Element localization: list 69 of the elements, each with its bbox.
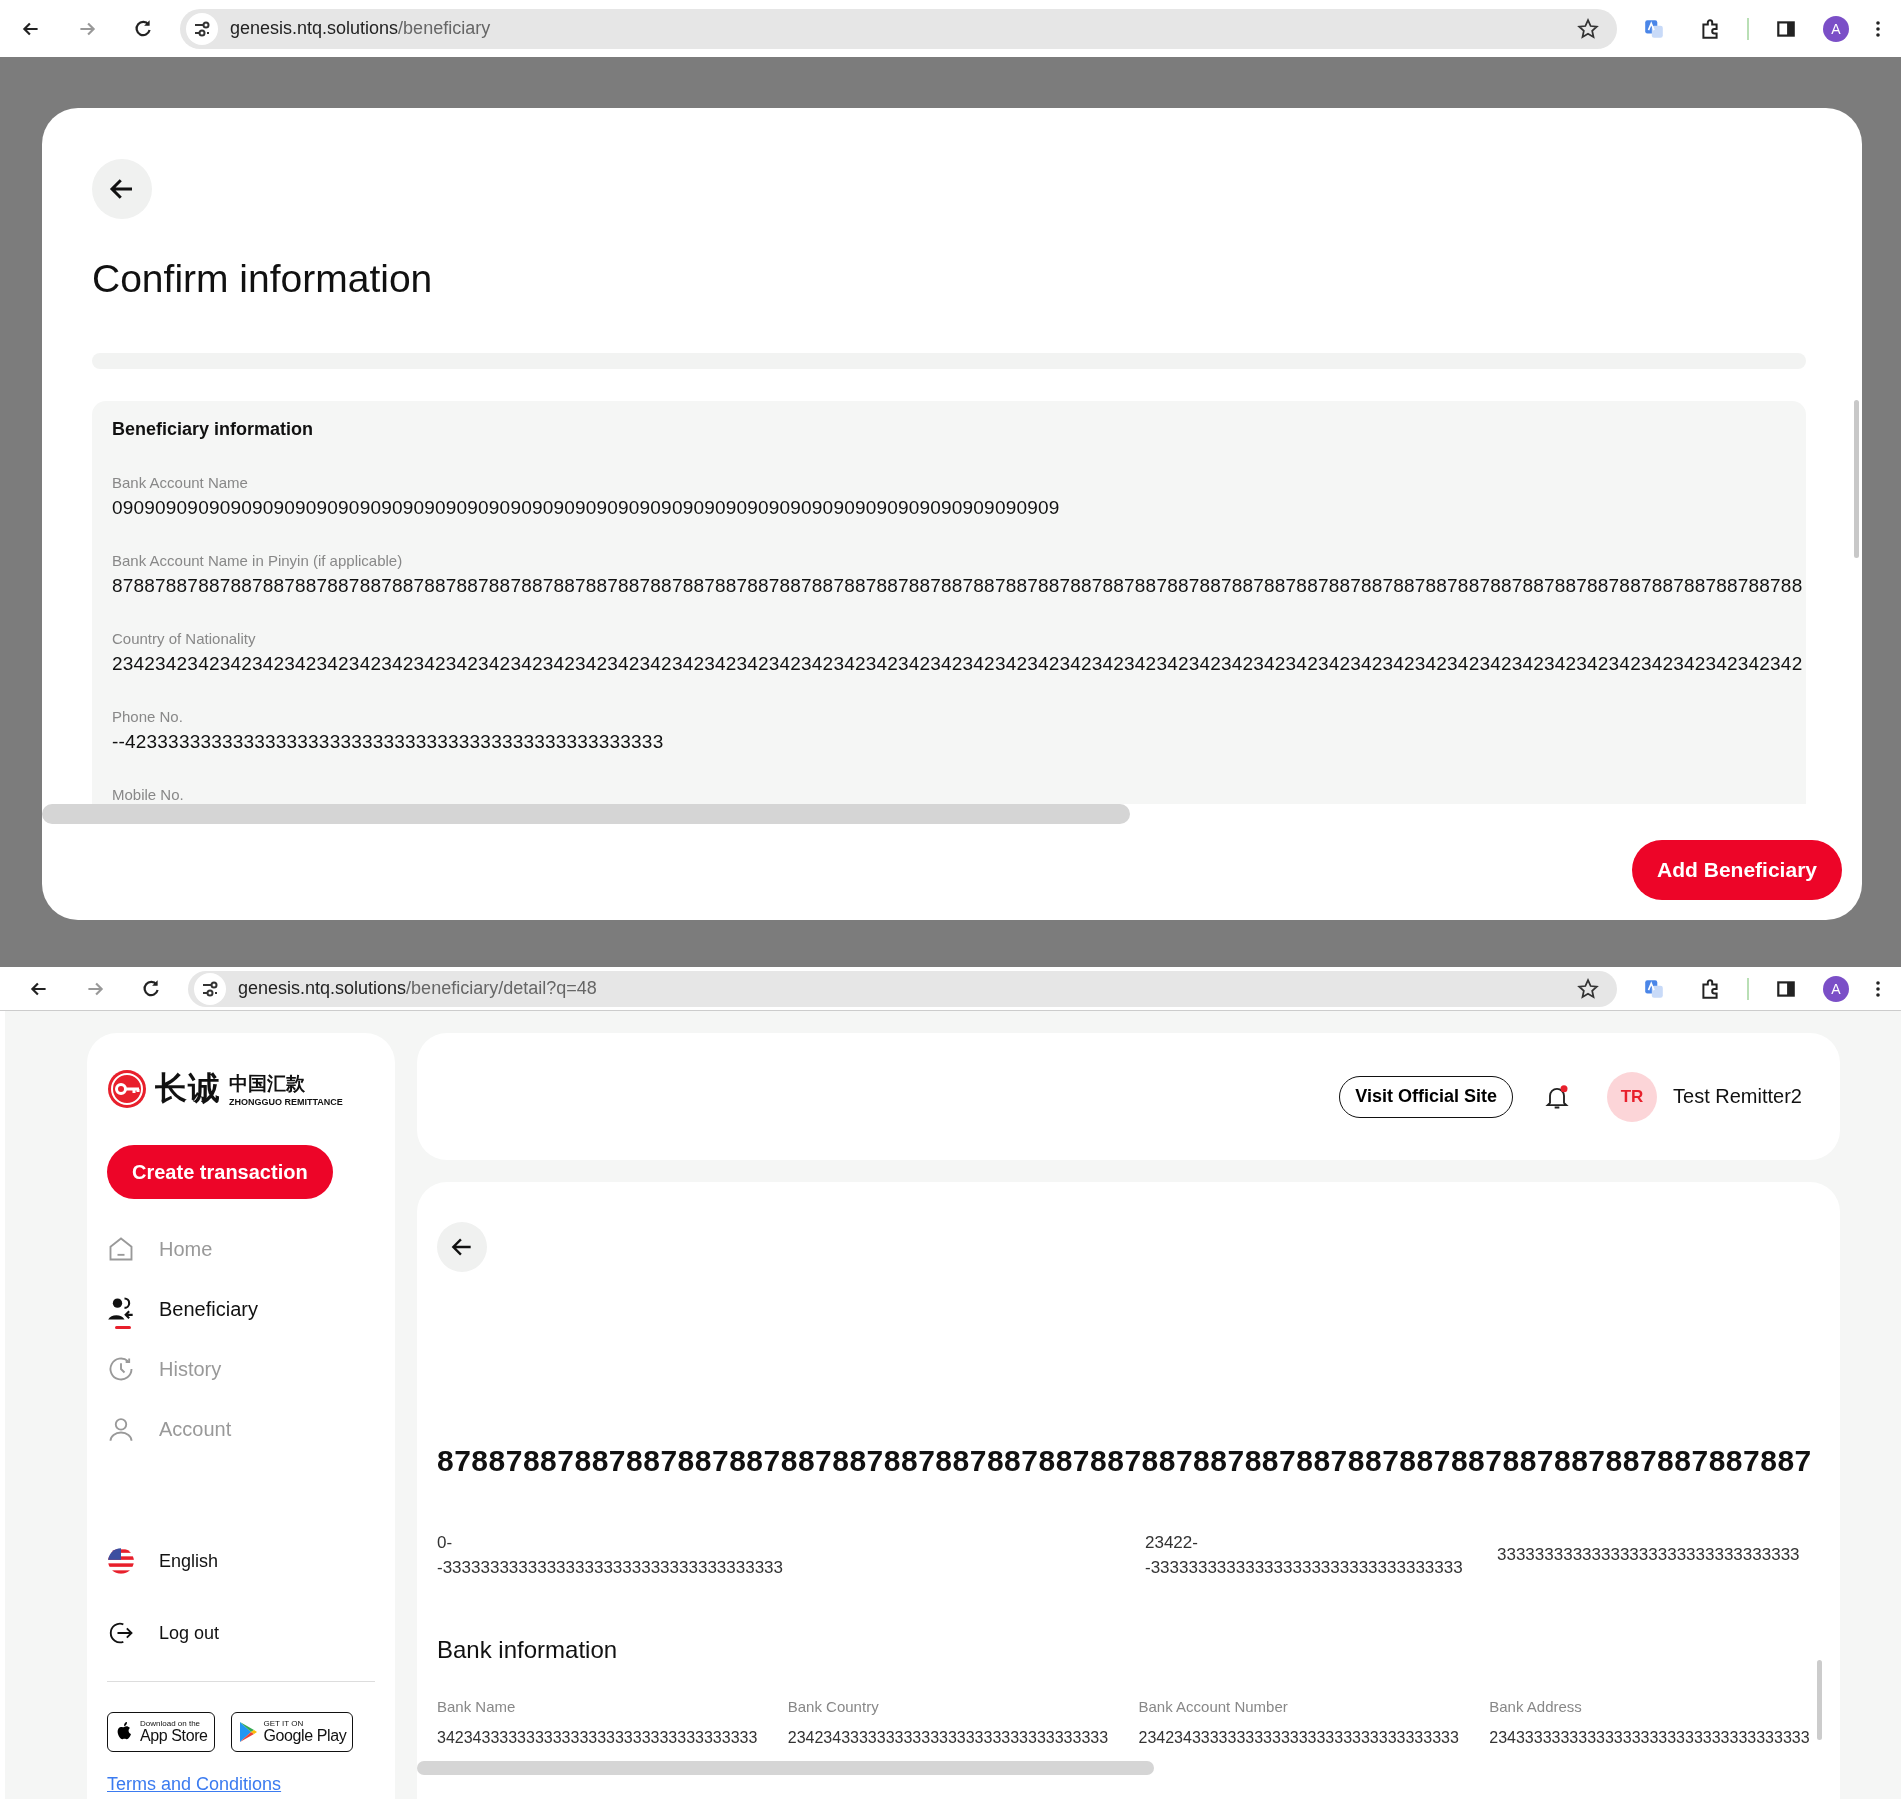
logo-caption: ZHONGGUO REMITTANCE	[229, 1097, 343, 1107]
key-logo-icon	[107, 1069, 147, 1109]
flag-icon	[107, 1547, 135, 1575]
menu-icon[interactable]	[1875, 978, 1881, 999]
field-value: 342343333333333333333333333333333333	[437, 1729, 759, 1747]
scrollbar-thumb[interactable]	[42, 804, 1130, 824]
google-play-badge[interactable]: GET IT ON Google Play	[230, 1712, 354, 1752]
site-settings-icon[interactable]	[194, 972, 226, 1005]
home-icon	[107, 1235, 135, 1263]
dialog-title: Confirm information	[92, 257, 434, 301]
translate-icon[interactable]	[1643, 17, 1665, 40]
url-text: genesis.ntq.solutions/beneficiary/detail?q=48	[238, 978, 598, 999]
section-title: Beneficiary information	[112, 419, 315, 440]
clock-icon	[107, 1355, 135, 1383]
star-icon[interactable]	[1577, 17, 1599, 40]
field-label: Bank Name	[437, 1698, 517, 1715]
section-title: Bank information	[437, 1636, 619, 1664]
field-value: --42333333333333333333333333333333333333333333333333	[112, 731, 665, 753]
field-value: 234333333333333333333333333333333333	[1489, 1729, 1811, 1747]
field-label: Bank Address	[1489, 1698, 1583, 1715]
field-value: 0- -333333333333333333333333333333333333	[437, 1532, 785, 1579]
badge-title: App Store	[140, 1728, 208, 1744]
field-label: Mobile No.	[112, 786, 185, 803]
play-icon	[237, 1720, 258, 1744]
field-label: Phone No.	[112, 708, 184, 725]
create-transaction-button[interactable]: Create transaction	[107, 1145, 333, 1199]
field-value: 234234333333333333333333333333333333	[787, 1729, 1110, 1747]
user-name[interactable]: Test Remitter2	[1673, 1085, 1802, 1108]
scrollbar-thumb[interactable]	[1854, 400, 1859, 558]
address-bar[interactable]: genesis.ntq.solutions/beneficiary/detail?q=48	[188, 970, 1617, 1007]
extensions-icon[interactable]	[1699, 977, 1721, 1000]
app-store-badge[interactable]: Download on the App Store	[107, 1712, 215, 1752]
menu-icon[interactable]	[1875, 18, 1881, 39]
language-selector[interactable]: English	[107, 1541, 375, 1581]
profile-avatar[interactable]: A	[1823, 975, 1849, 1002]
badge-caption: GET IT ON	[263, 1720, 305, 1728]
extensions-icon[interactable]	[1699, 17, 1721, 40]
address-bar[interactable]: genesis.ntq.solutions/beneficiary	[180, 8, 1617, 49]
translate-icon[interactable]	[1643, 977, 1665, 1000]
terms-link[interactable]: Terms and Conditions	[107, 1774, 375, 1795]
site-settings-icon[interactable]	[186, 12, 218, 45]
visit-site-button[interactable]: Visit Official Site	[1339, 1075, 1514, 1118]
profile-avatar[interactable]: A	[1823, 15, 1849, 42]
field-label: Bank Country	[787, 1698, 880, 1715]
star-icon[interactable]	[1577, 977, 1599, 1000]
add-beneficiary-button[interactable]: Add Beneficiary	[1632, 840, 1842, 900]
beneficiary-name: 87887887887887887887887887887887887887887887887887887887887887887887887887887887	[437, 1444, 1813, 1478]
badge-title: Google Play	[263, 1728, 347, 1744]
url-text: genesis.ntq.solutions/beneficiary	[230, 18, 492, 39]
logout-link[interactable]: Log out	[107, 1613, 375, 1653]
field-label: Bank Account Name in Pinyin (if applicable)	[112, 552, 404, 569]
field-value: 0909090909090909090909090909090909090909090909090909090909090909090909090909090909090909	[112, 497, 1061, 519]
back-button[interactable]	[437, 1222, 487, 1272]
field-value: 234234333333333333333333333333333333	[1138, 1729, 1460, 1747]
people-icon	[107, 1295, 135, 1323]
field-label: Bank Account Number	[1138, 1698, 1289, 1715]
badge-caption: Download on the	[140, 1720, 202, 1728]
field-label: Country of Nationality	[112, 630, 257, 647]
logo-text: 长诚	[155, 1068, 221, 1109]
field-value: 33333333333333333333333333333333	[1497, 1544, 1801, 1566]
logo-subtitle: 中国汇款	[229, 1071, 305, 1096]
scrollbar-thumb[interactable]	[1817, 1660, 1822, 1740]
field-value: 2342342342342342342342342342342342342342342342342342342342342342342342342342342342342342342342342342342342342342342342342342342342342342342342342342342342342	[112, 653, 1804, 675]
field-value: 8788788788788788788788788788788788788788788788788788788788788788788788788788788788788788788788788788788788788788788788788788788788788788788788788788788788788	[112, 575, 1804, 597]
scrollbar-thumb[interactable]	[417, 1761, 1154, 1775]
field-label: Bank Account Name	[112, 474, 249, 491]
nav-item[interactable]: Beneficiary	[107, 1289, 375, 1329]
field-value: 23422- -333333333333333333333333333333333	[1145, 1532, 1464, 1579]
person-icon	[107, 1415, 135, 1443]
